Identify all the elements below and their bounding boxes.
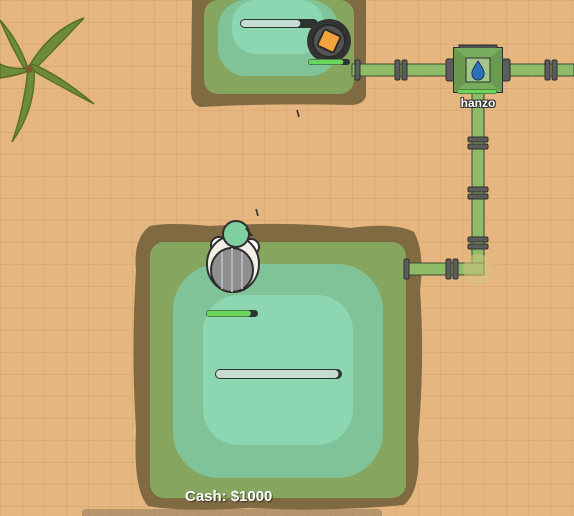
main-pond-progress-bar bbox=[215, 369, 342, 379]
player-health-bar bbox=[206, 310, 258, 317]
pipe-valve-glow bbox=[463, 254, 493, 284]
cash-label: Cash: bbox=[185, 488, 227, 505]
world-graphics bbox=[0, 0, 574, 510]
turret-health-bar bbox=[308, 59, 350, 65]
chat-input-bar[interactable] bbox=[82, 509, 382, 516]
top-pond-progress-bar bbox=[240, 19, 318, 28]
turret-icon bbox=[307, 19, 351, 63]
dropped-arrows bbox=[255, 109, 300, 217]
cash-value: $1000 bbox=[230, 488, 273, 505]
game-world[interactable]: hanzo Cash: $1000 bbox=[0, 0, 574, 516]
cash-display: Cash: $1000 bbox=[185, 488, 272, 505]
water-hub-icon bbox=[445, 44, 511, 93]
player-name-label: hanzo bbox=[460, 96, 496, 110]
palm-tree-icon bbox=[0, 17, 95, 143]
main-pond bbox=[133, 223, 423, 510]
hanzo-health-bar bbox=[457, 89, 497, 94]
